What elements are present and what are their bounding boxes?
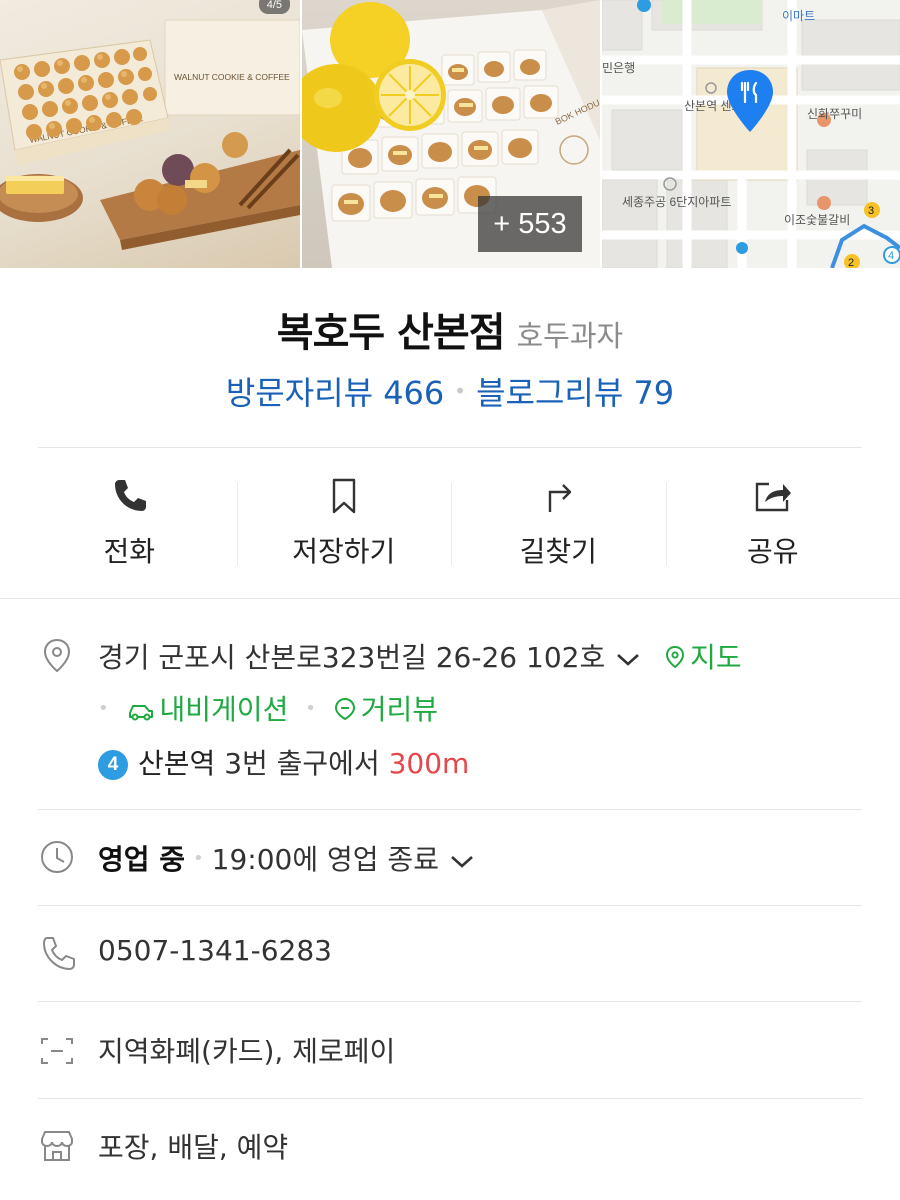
separator-dot: •	[454, 379, 467, 403]
save-button[interactable]: 저장하기	[236, 470, 452, 570]
place-title-row: 복호두 산본점 호두과자	[0, 300, 900, 358]
address-sublinks: • 내비게이션 • 거리뷰	[98, 688, 438, 728]
blog-reviews-link[interactable]: 블로그리뷰 79	[476, 374, 674, 412]
clock-icon	[41, 841, 73, 873]
closing-time: 19:00에 영업 종료	[211, 843, 439, 876]
payment-methods: 지역화폐(카드), 제로페이	[98, 1035, 396, 1068]
phone-icon	[115, 480, 147, 511]
subway-line-badge: 4	[98, 750, 128, 780]
map-pin-icon	[666, 645, 685, 669]
exit-text: 3번 출구에서	[224, 747, 380, 780]
subway-info: 4 산본역 3번 출구에서 300m	[98, 742, 469, 782]
map-link[interactable]: 지도	[664, 641, 742, 674]
svg-text:세종주공 6단지아파트: 세종주공 6단지아파트	[622, 195, 731, 209]
action-bar: 전화 저장하기 길찾기 공유	[22, 470, 880, 570]
map-illustration: 3 2 4 이마트 민은행 산본역 센트로6 신화쭈꾸미 세종주공 6단지아파트…	[602, 0, 900, 268]
reviews-row: 방문자리뷰 466 • 블로그리뷰 79	[0, 368, 900, 414]
call-label: 전화	[103, 535, 156, 568]
separator-dot: •	[193, 848, 204, 869]
divider	[38, 1001, 862, 1002]
visitor-reviews-link[interactable]: 방문자리뷰 466	[226, 374, 444, 412]
street-view-icon	[334, 697, 355, 721]
bookmark-icon	[332, 478, 355, 514]
address-line: 경기 군포시 산본로323번길 26-26 102호 지도	[98, 636, 742, 676]
svg-text:3: 3	[868, 205, 874, 217]
street-view-link-label: 거리뷰	[360, 693, 439, 726]
payment-icon	[41, 1038, 73, 1064]
svg-text:2: 2	[848, 257, 854, 268]
share-label: 공유	[746, 535, 799, 568]
directions-icon	[549, 484, 572, 512]
share-button[interactable]: 공유	[665, 470, 881, 570]
business-hours[interactable]: 영업 중 • 19:00에 영업 종료	[98, 838, 475, 878]
map-thumbnail[interactable]: 3 2 4 이마트 민은행 산본역 센트로6 신화쭈꾸미 세종주공 6단지아파트…	[602, 0, 900, 268]
chevron-down-icon[interactable]	[449, 851, 475, 871]
photo-walnut-cookie-box[interactable]: WALNUT COOKIE & COFFEE WALNUT COOKIE & C…	[0, 0, 300, 268]
distance-text: 300m	[388, 747, 470, 780]
separator-dot: •	[305, 698, 316, 719]
location-pin-icon	[43, 638, 71, 673]
open-status: 영업 중	[98, 843, 186, 876]
separator-dot: •	[98, 698, 109, 719]
svg-text:신화쭈꾸미: 신화쭈꾸미	[807, 107, 862, 121]
divider	[38, 905, 862, 906]
divider	[38, 447, 862, 448]
services-text: 포장, 배달, 예약	[98, 1131, 289, 1164]
street-view-link[interactable]: 거리뷰	[333, 693, 438, 726]
navigation-link[interactable]: 내비게이션	[126, 693, 289, 726]
share-icon	[755, 482, 791, 512]
svg-text:민은행: 민은행	[602, 60, 635, 75]
place-category: 호두과자	[516, 319, 624, 353]
navigation-link-label: 내비게이션	[159, 693, 289, 726]
svg-text:4: 4	[888, 250, 894, 262]
directions-button[interactable]: 길찾기	[451, 470, 666, 570]
map-link-label: 지도	[690, 641, 742, 674]
save-label: 저장하기	[292, 535, 396, 568]
chevron-down-icon[interactable]	[615, 649, 641, 669]
call-button[interactable]: 전화	[22, 470, 237, 570]
directions-label: 길찾기	[519, 535, 597, 568]
phone-number[interactable]: 0507-1341-6283	[98, 934, 332, 967]
divider	[38, 809, 862, 810]
phone-outline-icon	[43, 937, 75, 970]
cookie-box-illustration: WALNUT COOKIE & COFFEE WALNUT COOKIE & C…	[0, 19, 300, 250]
photo-strip[interactable]: WALNUT COOKIE & COFFEE WALNUT COOKIE & C…	[0, 0, 900, 268]
more-photos-badge[interactable]: + 553	[478, 196, 582, 252]
divider	[38, 1098, 862, 1099]
store-icon	[41, 1131, 73, 1161]
address-text: 경기 군포시 산본로323번길 26-26 102호	[98, 641, 606, 674]
svg-text:WALNUT COOKIE & COFFEE: WALNUT COOKIE & COFFEE	[174, 72, 290, 82]
svg-text:이마트: 이마트	[782, 9, 815, 23]
photo-lemon-cookies[interactable]: BOK HODU + 553	[302, 0, 600, 268]
photo-counter-badge: 4/5	[258, 0, 290, 14]
station-name: 산본역	[138, 747, 216, 780]
place-name: 복호두 산본점	[276, 310, 506, 356]
svg-text:이조숯불갈비: 이조숯불갈비	[784, 213, 850, 227]
divider	[0, 598, 900, 599]
car-icon	[128, 705, 153, 721]
